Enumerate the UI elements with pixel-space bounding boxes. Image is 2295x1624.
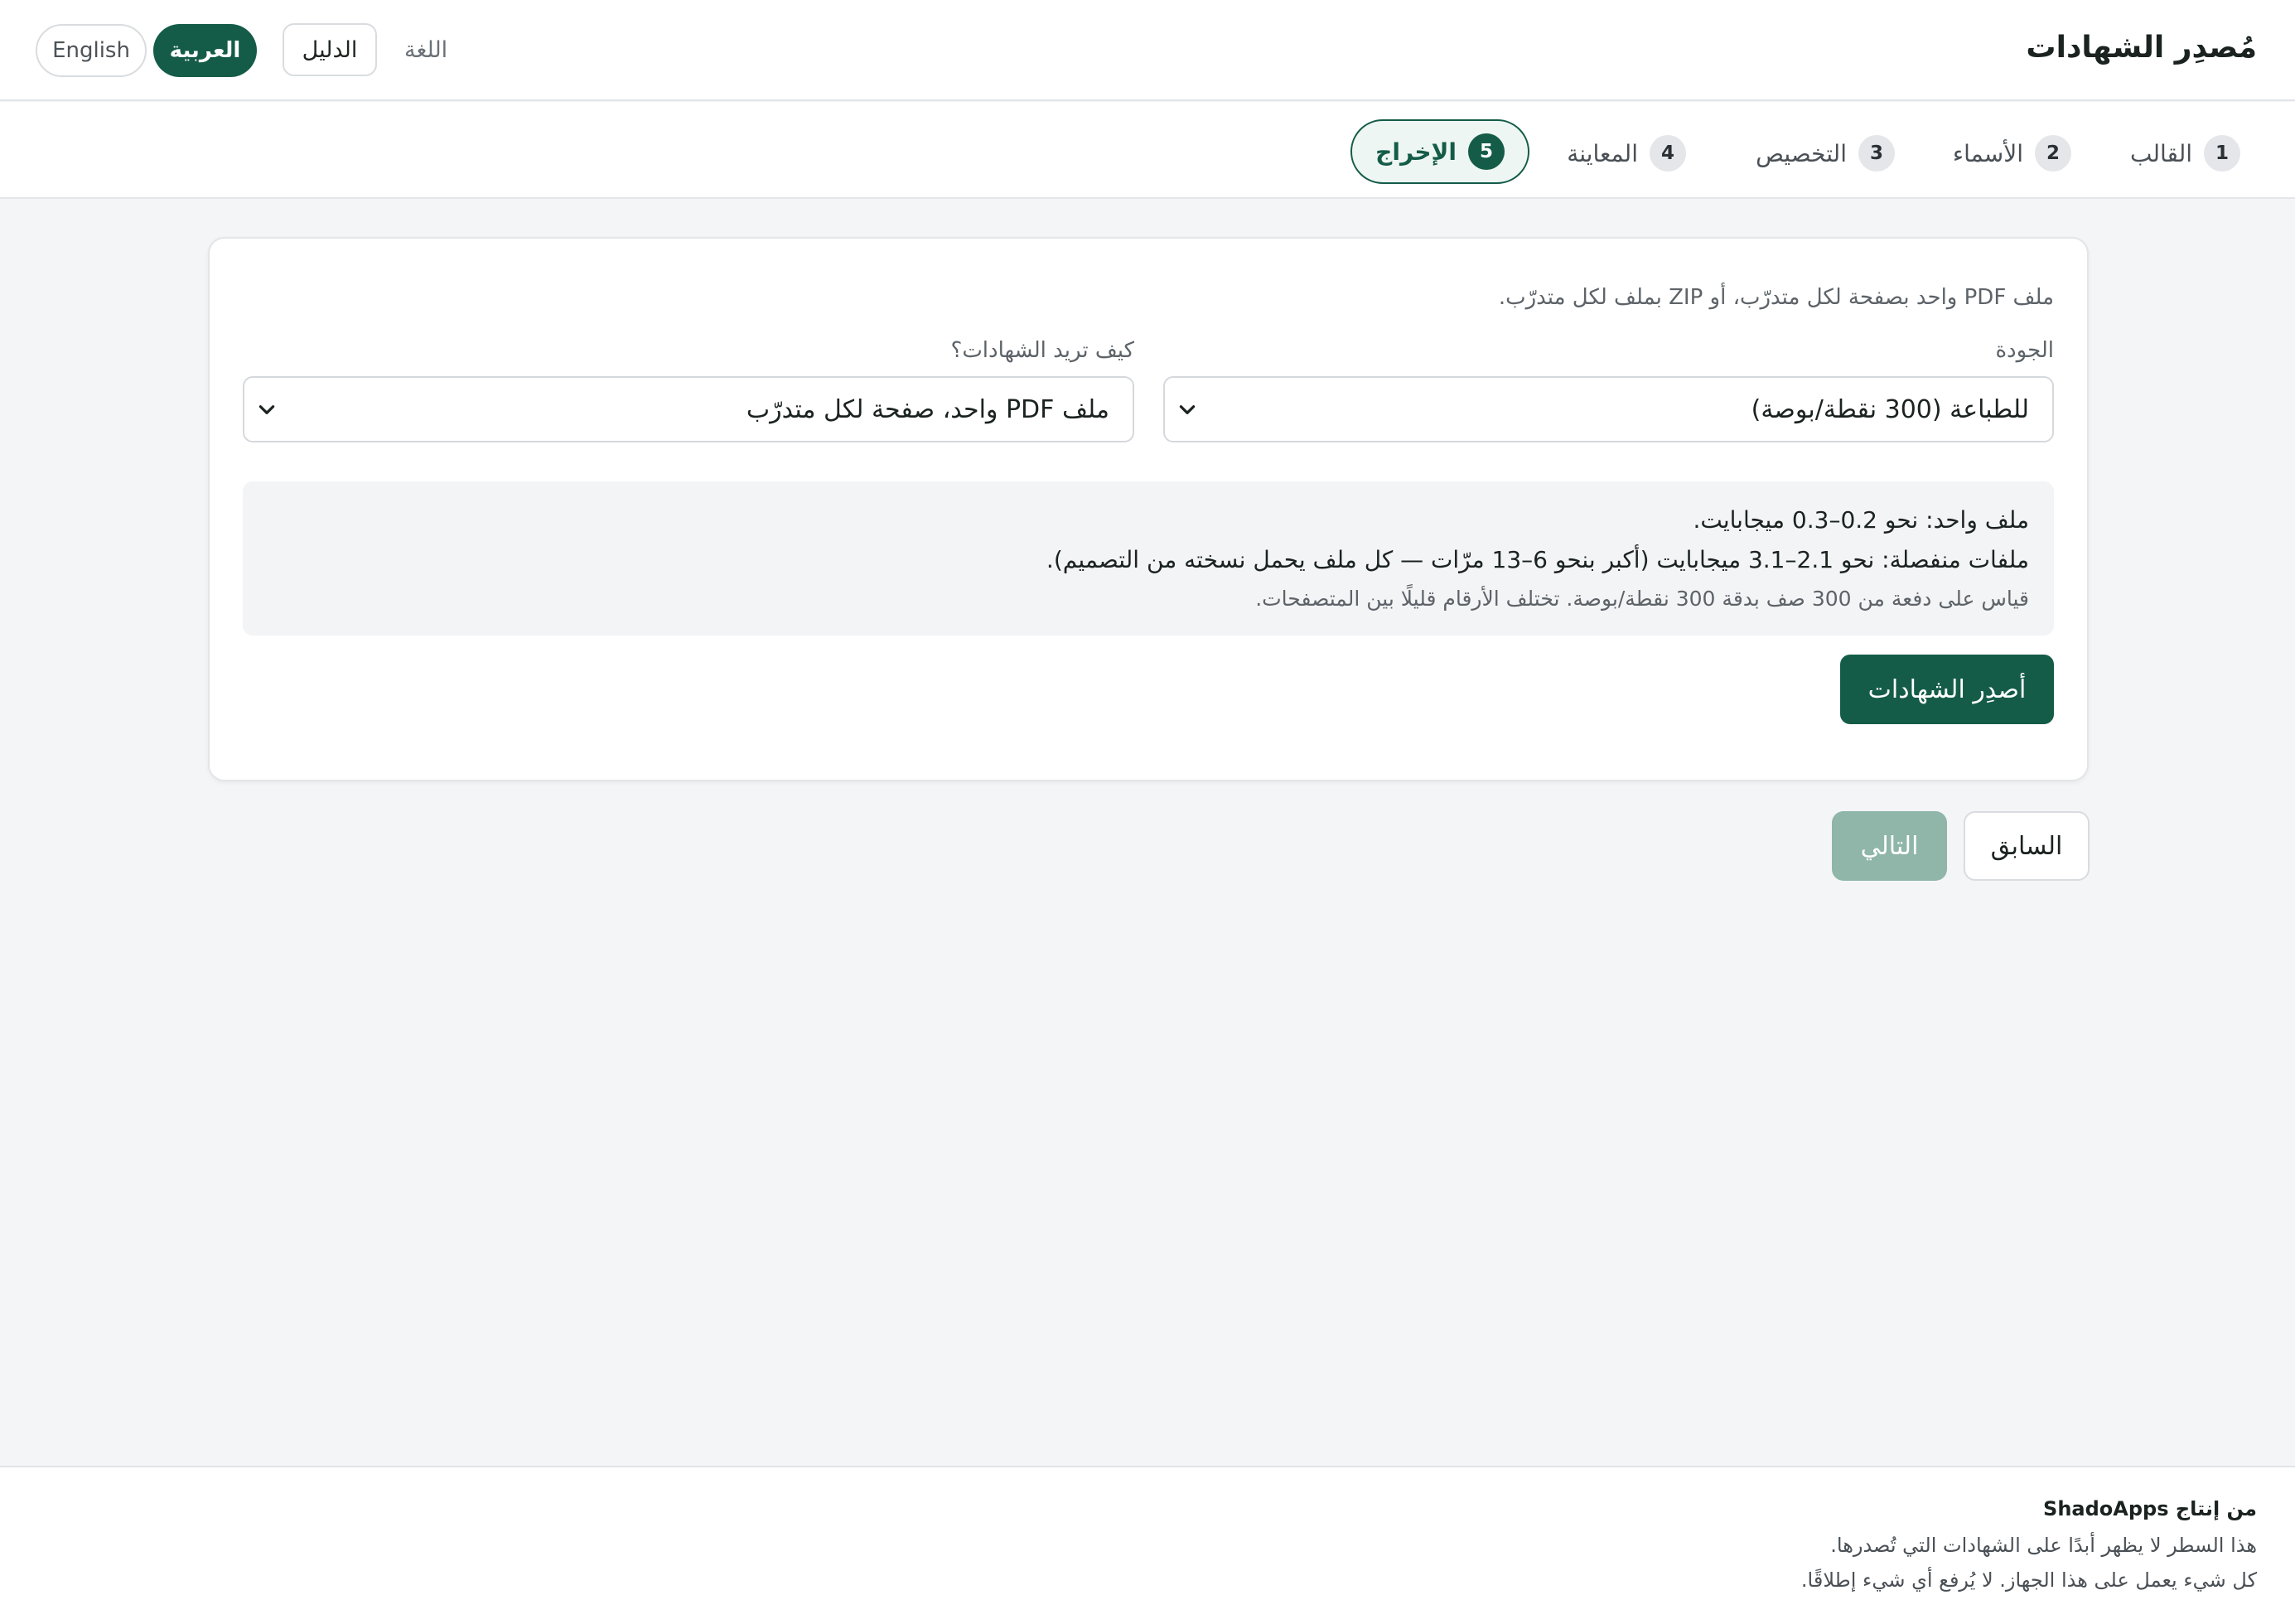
step-label: الأسماء bbox=[1952, 139, 2023, 167]
language-english-button[interactable]: English bbox=[36, 24, 147, 77]
guide-button[interactable]: الدليل bbox=[283, 23, 377, 76]
step-label: المعاينة bbox=[1567, 139, 1638, 167]
footer-credit: من إنتاج ShadoApps bbox=[2043, 1497, 2257, 1520]
stepper: 1 القالب 2 الأسماء 3 التخصيص 4 المعاينة … bbox=[0, 102, 2295, 199]
chevron-down-icon bbox=[258, 405, 275, 414]
size-info-box: ملف واحد: نحو 0.2–0.3 ميجابايت. ملفات من… bbox=[243, 481, 2054, 636]
step-number: 5 bbox=[1468, 133, 1505, 170]
step-number: 2 bbox=[2035, 135, 2071, 172]
top-bar: مُصدِر الشهادات اللغة الدليل العربية Eng… bbox=[0, 0, 2295, 101]
previous-button[interactable]: السابق bbox=[1964, 811, 2090, 881]
step-number: 3 bbox=[1858, 135, 1895, 172]
app-title: مُصدِر الشهادات bbox=[2026, 31, 2257, 65]
footer-note: هذا السطر لا يظهر أبدًا على الشهادات الت… bbox=[1830, 1534, 2257, 1557]
step-label: الإخراج bbox=[1375, 138, 1457, 166]
quality-label: الجودة bbox=[1995, 338, 2054, 363]
step-label: القالب bbox=[2129, 139, 2192, 167]
step-customize[interactable]: 3 التخصيص bbox=[1756, 133, 1895, 173]
page: مُصدِر الشهادات اللغة الدليل العربية Eng… bbox=[0, 0, 2295, 1624]
output-description: ملف PDF واحد بصفحة لكل متدرّب، أو ZIP بم… bbox=[1498, 285, 2054, 310]
info-separate-files: ملفات منفصلة: نحو 2.1–3.1 ميجابايت (أكبر… bbox=[1046, 546, 2029, 573]
step-preview[interactable]: 4 المعاينة bbox=[1567, 133, 1686, 173]
chevron-down-icon bbox=[1179, 405, 1196, 414]
next-button[interactable]: التالي bbox=[1832, 811, 1947, 881]
issue-certificates-button[interactable]: أصدِر الشهادات bbox=[1840, 655, 2054, 724]
quality-select[interactable]: للطباعة (300 نقطة/بوصة) bbox=[1163, 376, 2054, 442]
step-number: 4 bbox=[1650, 135, 1686, 172]
format-select[interactable]: ملف PDF واحد، صفحة لكل متدرّب bbox=[243, 376, 1134, 442]
step-label: التخصيص bbox=[1756, 139, 1847, 167]
info-note: قياس على دفعة من 300 صف بدقة 300 نقطة/بو… bbox=[1255, 587, 2029, 611]
quality-select-value: للطباعة (300 نقطة/بوصة) bbox=[1751, 394, 2029, 424]
info-single-file: ملف واحد: نحو 0.2–0.3 ميجابايت. bbox=[1693, 506, 2029, 534]
output-card: ملف PDF واحد بصفحة لكل متدرّب، أو ZIP بم… bbox=[208, 237, 2089, 781]
format-label: كيف تريد الشهادات؟ bbox=[950, 338, 1134, 363]
language-label: اللغة bbox=[404, 37, 448, 63]
footer-privacy-note: كل شيء يعمل على هذا الجهاز. لا يُرفع أي … bbox=[1800, 1568, 2257, 1592]
step-output-active[interactable]: 5 الإخراج bbox=[1350, 119, 1529, 184]
language-arabic-button[interactable]: العربية bbox=[153, 24, 257, 77]
step-template[interactable]: 1 القالب bbox=[2130, 133, 2240, 173]
footer: من إنتاج ShadoApps هذا السطر لا يظهر أبد… bbox=[0, 1466, 2295, 1624]
step-number: 1 bbox=[2204, 135, 2240, 172]
format-select-value: ملف PDF واحد، صفحة لكل متدرّب bbox=[746, 394, 1109, 424]
step-names[interactable]: 2 الأسماء bbox=[1953, 133, 2071, 173]
